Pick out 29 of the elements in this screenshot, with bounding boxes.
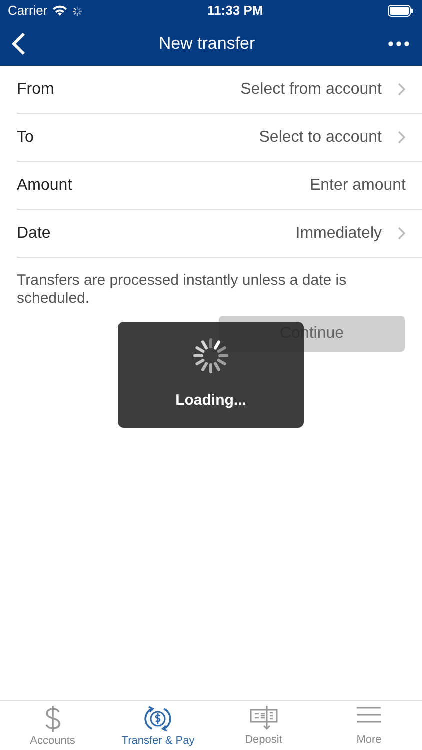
select-field[interactable]: Select from account — [240, 78, 382, 102]
field-label: From — [17, 80, 56, 100]
tab-bar-item[interactable]: More — [316, 701, 422, 750]
loading-label: Loading... — [176, 390, 246, 411]
transfer-icon — [144, 705, 172, 733]
select-field[interactable]: Select to account — [259, 126, 382, 150]
tab-bar-item[interactable]: Accounts — [0, 701, 106, 750]
chevron-icon — [398, 227, 406, 240]
spinner-icon — [193, 338, 229, 374]
screen-title: New transfer — [158, 33, 256, 56]
battery-icon — [388, 5, 414, 17]
tab-bar-item[interactable]: Deposit — [211, 701, 316, 750]
menu-icon — [356, 705, 382, 725]
back-button[interactable] — [12, 32, 26, 56]
tab-bar-item[interactable]: Transfer & Pay — [106, 701, 211, 750]
field-label: Amount — [17, 176, 74, 196]
status-time: 11:33 PM — [208, 2, 264, 20]
chevron-icon — [398, 83, 406, 96]
more-options-button[interactable] — [388, 41, 410, 47]
field-label: To — [17, 128, 35, 148]
info-text: Transfers are processed instantly unless a date is scheduled. — [16, 271, 348, 308]
check-deposit-icon — [250, 705, 278, 731]
field-value[interactable]: Immediately — [296, 222, 382, 246]
activity-icon — [72, 6, 83, 16]
carrier-label: Carrier — [8, 2, 48, 20]
field-label: Date — [17, 224, 52, 244]
wifi-icon — [52, 5, 68, 17]
chevron-icon — [398, 131, 406, 144]
amount-field[interactable]: Enter amount — [206, 174, 406, 198]
